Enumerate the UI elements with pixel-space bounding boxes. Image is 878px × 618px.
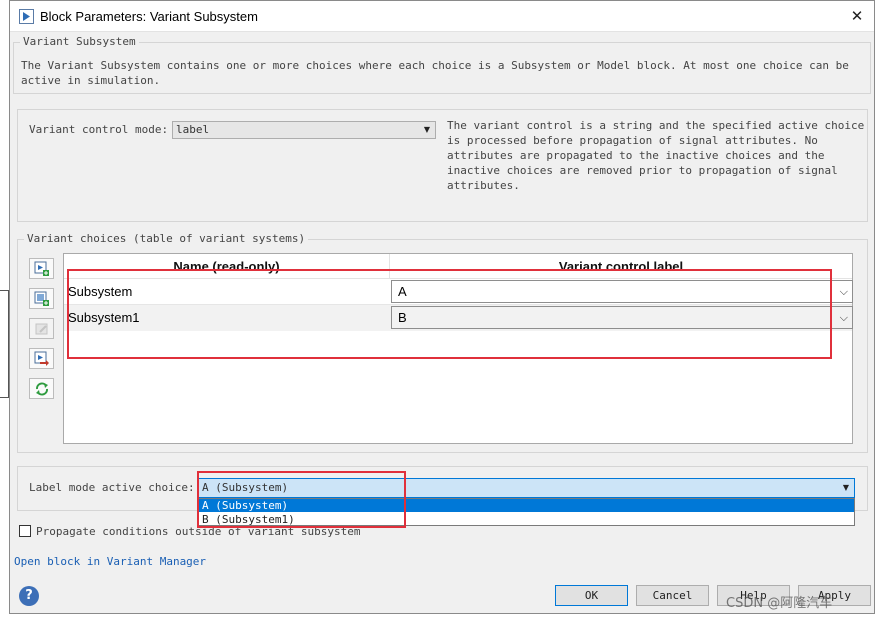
control-mode-help-line: attributes are propagated to the inactiv… (447, 149, 825, 162)
propagate-checkbox[interactable] (19, 525, 31, 537)
simulink-block-icon (19, 9, 34, 24)
dropdown-arrow-icon: ▼ (842, 483, 849, 492)
open-variant-manager-link[interactable]: Open block in Variant Manager (14, 555, 206, 568)
help-circle-icon[interactable]: ? (19, 586, 39, 606)
control-mode-help-line: attributes. (447, 179, 520, 192)
active-choice-label: Label mode active choice: (29, 481, 195, 494)
variant-choices-legend: Variant choices (table of variant system… (24, 232, 309, 245)
chevron-down-icon: ⌵ (839, 311, 848, 324)
ok-button[interactable]: OK (555, 585, 628, 606)
add-subsystem-icon (34, 261, 49, 276)
cancel-button[interactable]: Cancel (636, 585, 709, 606)
add-model-icon (34, 291, 49, 306)
control-mode-help-line: inactive choices are removed prior to pr… (447, 164, 838, 177)
background-window-fragment (0, 290, 9, 398)
dropdown-arrow-icon: ▼ (423, 125, 430, 134)
add-subsystem-button[interactable] (29, 258, 54, 279)
open-block-button[interactable] (29, 348, 54, 369)
title-bar[interactable]: Block Parameters: Variant Subsystem ✕ (10, 1, 874, 32)
description-group-legend: Variant Subsystem (20, 35, 139, 48)
close-icon[interactable]: ✕ (848, 7, 866, 25)
highlight-dropdown-annotation (197, 471, 406, 528)
watermark-text: CSDN @阿隆汽车 (726, 596, 833, 611)
control-mode-help-line: The variant control is a string and the … (447, 119, 865, 132)
refresh-icon (36, 382, 48, 396)
add-model-button[interactable] (29, 288, 54, 309)
description-line-2: active in simulation. (21, 74, 161, 87)
open-block-icon (34, 351, 49, 366)
control-mode-help-line: is processed before propagation of signa… (447, 134, 818, 147)
edit-choice-button[interactable] (29, 318, 54, 339)
chevron-down-icon: ⌵ (839, 285, 848, 298)
edit-disabled-icon (35, 323, 48, 335)
control-mode-dropdown[interactable]: label ▼ (172, 121, 436, 139)
refresh-button[interactable] (29, 378, 54, 399)
control-mode-value: label (176, 123, 210, 136)
highlight-table-annotation (67, 269, 832, 359)
control-mode-help: The variant control is a string and the … (447, 118, 867, 193)
control-mode-label: Variant control mode: (29, 123, 169, 136)
window-title: Block Parameters: Variant Subsystem (40, 9, 258, 24)
description-line-1: The Variant Subsystem contains one or mo… (21, 59, 849, 72)
